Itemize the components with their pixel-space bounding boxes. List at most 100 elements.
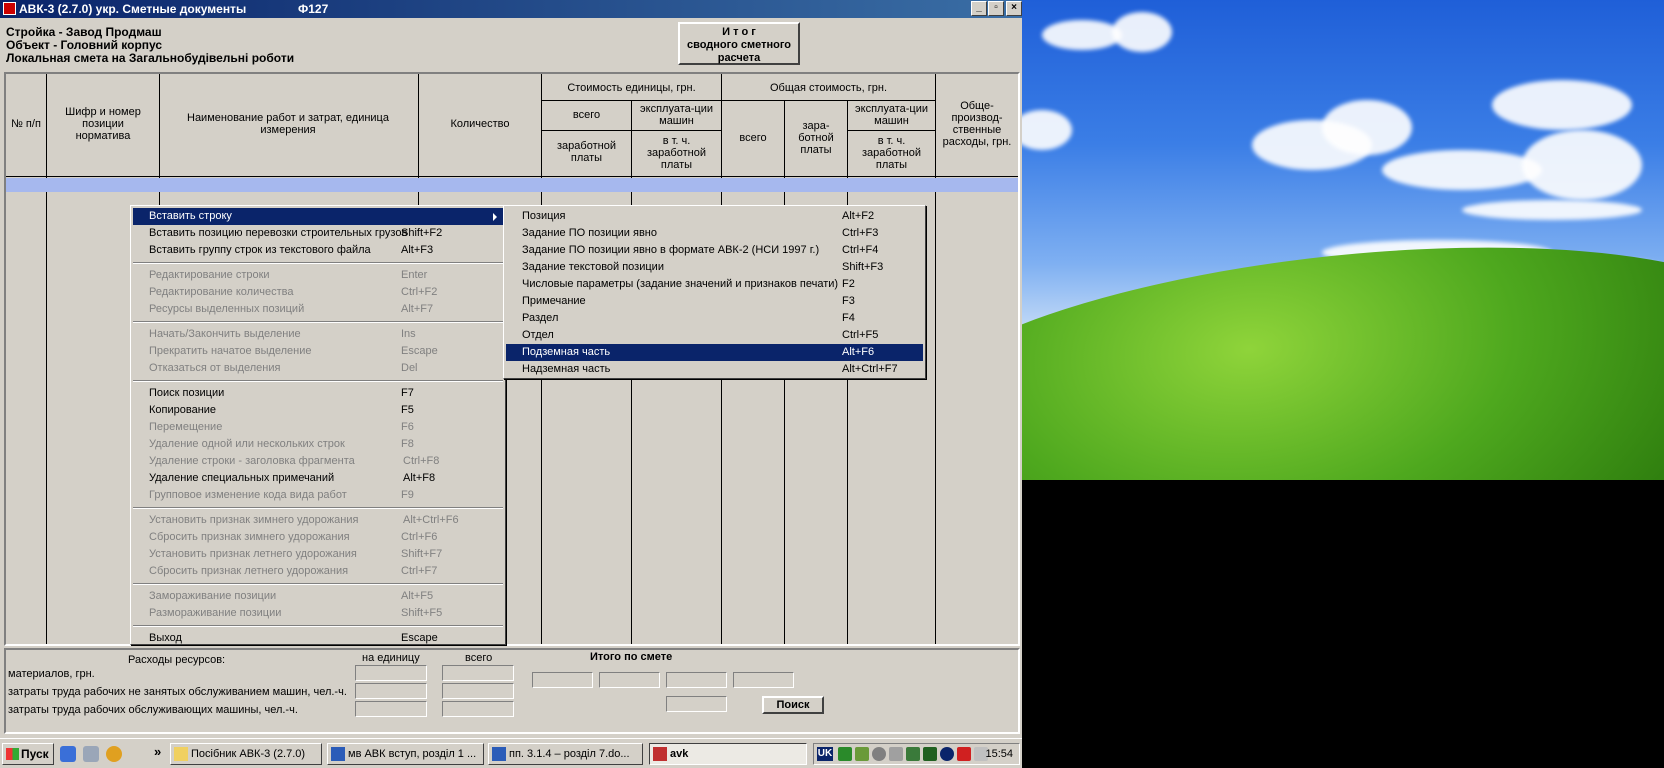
menu-item-shortcut: Ctrl+F2 (401, 286, 438, 298)
media-player-icon[interactable] (106, 746, 122, 762)
tray-app-icon[interactable] (906, 747, 920, 761)
search-button[interactable]: Поиск (762, 696, 824, 714)
avk-app-icon (653, 747, 667, 761)
tray-app-icon[interactable] (940, 747, 954, 761)
menu-item-label: Отказаться от выделения (149, 362, 281, 374)
menu-item-shortcut: Alt+F6 (842, 346, 875, 358)
menu-item-shortcut: Alt+F3 (401, 244, 434, 256)
tray-app-icon[interactable] (889, 747, 903, 761)
menu-item-label: Редактирование строки (149, 269, 270, 281)
machinist-per-unit-field[interactable] (355, 701, 427, 717)
submenu-item[interactable]: Отдел Ctrl+F5 (506, 327, 923, 344)
language-indicator[interactable]: UK (817, 747, 833, 761)
submenu-item[interactable]: Примечание F3 (506, 293, 923, 310)
menu-item-shortcut: Escape (401, 632, 438, 644)
tray-app-icon[interactable] (855, 747, 869, 761)
minimize-button[interactable]: _ (971, 1, 987, 16)
context-menu-item: Установить признак зимнего удорожания Alt… (133, 512, 503, 529)
selected-row[interactable] (6, 178, 1018, 192)
menu-item-label: Установить признак летнего удорожания (149, 548, 357, 560)
materials-per-unit-field[interactable] (355, 665, 427, 681)
labor-total-field[interactable] (442, 683, 514, 699)
tray-app-icon[interactable] (872, 747, 886, 761)
th-qty: Количество (450, 118, 510, 130)
start-button[interactable]: Пуск (2, 743, 54, 765)
itogo-field-3[interactable] (666, 672, 727, 688)
menu-item-label: Перемещение (149, 421, 223, 433)
submenu-item[interactable]: Задание ПО позиции явно Ctrl+F3 (506, 225, 923, 242)
folder-icon (174, 747, 188, 761)
context-menu-item[interactable]: Удаление специальных примечаний Alt+F8 (133, 470, 503, 487)
labor-per-unit-field[interactable] (355, 683, 427, 699)
submenu-item[interactable]: Задание ПО позиции явно в формате АВК-2 … (506, 242, 923, 259)
menu-item-shortcut: F7 (401, 387, 414, 399)
restore-button[interactable]: ▫ (988, 1, 1004, 16)
insert-row-submenu: Позиция Alt+F2 Задание ПО позиции явно Ctrl… (503, 205, 926, 379)
machinist-total-field[interactable] (442, 701, 514, 717)
title-bar[interactable]: АВК-3 (2.7.0) укр. Сметные документы Ф12… (0, 0, 1022, 18)
menu-item-shortcut: Del (401, 362, 418, 374)
menu-item-label: Удаление одной или нескольких строк (149, 438, 345, 450)
itogo-field-2[interactable] (599, 672, 660, 688)
submenu-item[interactable]: Числовые параметры (задание значений и п… (506, 276, 923, 293)
menu-item-shortcut: Shift+F2 (401, 227, 443, 239)
tray-app-icon[interactable] (923, 747, 937, 761)
menu-item-label: Задание ПО позиции явно (522, 227, 657, 239)
itog-button[interactable]: И т о г сводного сметного расчета (678, 22, 800, 65)
submenu-item[interactable]: Подземная часть Alt+F6 (506, 344, 923, 361)
task-posibnyk[interactable]: Посібник АВК-3 (2.7.0) (170, 743, 322, 765)
tray-app-icon[interactable] (957, 747, 971, 761)
materials-total-field[interactable] (442, 665, 514, 681)
task-word-doc-2[interactable]: пп. 3.1.4 – розділ 7.do... (488, 743, 643, 765)
context-menu-item[interactable]: Выход Escape (133, 630, 503, 647)
ie-icon[interactable] (60, 746, 76, 762)
context-menu-item: Размораживание позиции Shift+F5 (133, 605, 503, 622)
quick-launch-chevron[interactable]: » (154, 744, 161, 759)
close-button[interactable]: × (1006, 1, 1022, 16)
context-menu-item: Удаление строки - заголовка фрагмента Ctr… (133, 453, 503, 470)
context-menu-item[interactable]: Копирование F5 (133, 402, 503, 419)
context-menu-item: Групповое изменение кода вида работ F9 (133, 487, 503, 504)
th-total-incl: в т. ч. заработной платы (862, 135, 921, 171)
submenu-item[interactable]: Задание текстовой позиции Shift+F3 (506, 259, 923, 276)
context-menu-item: Редактирование количества Ctrl+F2 (133, 284, 503, 301)
clock: 15:54 (985, 748, 1013, 760)
form-code: Ф127 (298, 2, 329, 16)
app-icon[interactable] (3, 2, 16, 15)
menu-item-shortcut: Ctrl+F4 (842, 244, 879, 256)
menu-separator (133, 262, 503, 264)
show-desktop-icon[interactable] (83, 746, 99, 762)
context-menu-item[interactable]: Поиск позиции F7 (133, 385, 503, 402)
menu-separator (133, 625, 503, 627)
context-menu-item: Начать/Закончить выделение Ins (133, 326, 503, 343)
task-avk[interactable]: avk (649, 743, 807, 765)
context-menu-item[interactable]: Вставить строку (133, 208, 503, 225)
menu-item-label: Подземная часть (522, 346, 611, 358)
menu-item-label: Прекратить начатое выделение (149, 345, 312, 357)
menu-item-shortcut: Ctrl+F8 (403, 455, 440, 467)
menu-item-label: Отдел (522, 329, 554, 341)
task-label: пп. 3.1.4 – розділ 7.do... (509, 748, 630, 760)
th-code: Шифр и номер позиции норматива (65, 106, 141, 142)
menu-item-label: Установить признак зимнего удорожания (149, 514, 359, 526)
th-total-zarab: зара-ботной платы (798, 120, 834, 156)
menu-item-label: Ресурсы выделенных позиций (149, 303, 305, 315)
submenu-item[interactable]: Раздел F4 (506, 310, 923, 327)
itogo-field-1[interactable] (532, 672, 593, 688)
header-stroika: Стройка - Завод Продмаш (6, 25, 162, 39)
col-total: всего (465, 652, 493, 664)
submenu-item[interactable]: Надземная часть Alt+Ctrl+F7 (506, 361, 923, 378)
tray-app-icon[interactable] (838, 747, 852, 761)
context-menu-item[interactable]: Вставить группу строк из текстового файл… (133, 242, 503, 259)
th-unit-cost: Стоимость единицы, грн. (567, 82, 696, 94)
itogo-field-4[interactable] (733, 672, 794, 688)
menu-item-label: Выход (149, 632, 182, 644)
menu-item-shortcut: Alt+F7 (401, 303, 434, 315)
context-menu-item[interactable]: Вставить позицию перевозки строительных … (133, 225, 503, 242)
menu-separator (133, 321, 503, 323)
menu-item-label: Надземная часть (522, 363, 611, 375)
task-word-doc-1[interactable]: мв АВК вступ, розділ 1 ... (327, 743, 484, 765)
search-field[interactable] (666, 696, 727, 712)
task-label: Посібник АВК-3 (2.7.0) (191, 748, 306, 760)
submenu-item[interactable]: Позиция Alt+F2 (506, 208, 923, 225)
